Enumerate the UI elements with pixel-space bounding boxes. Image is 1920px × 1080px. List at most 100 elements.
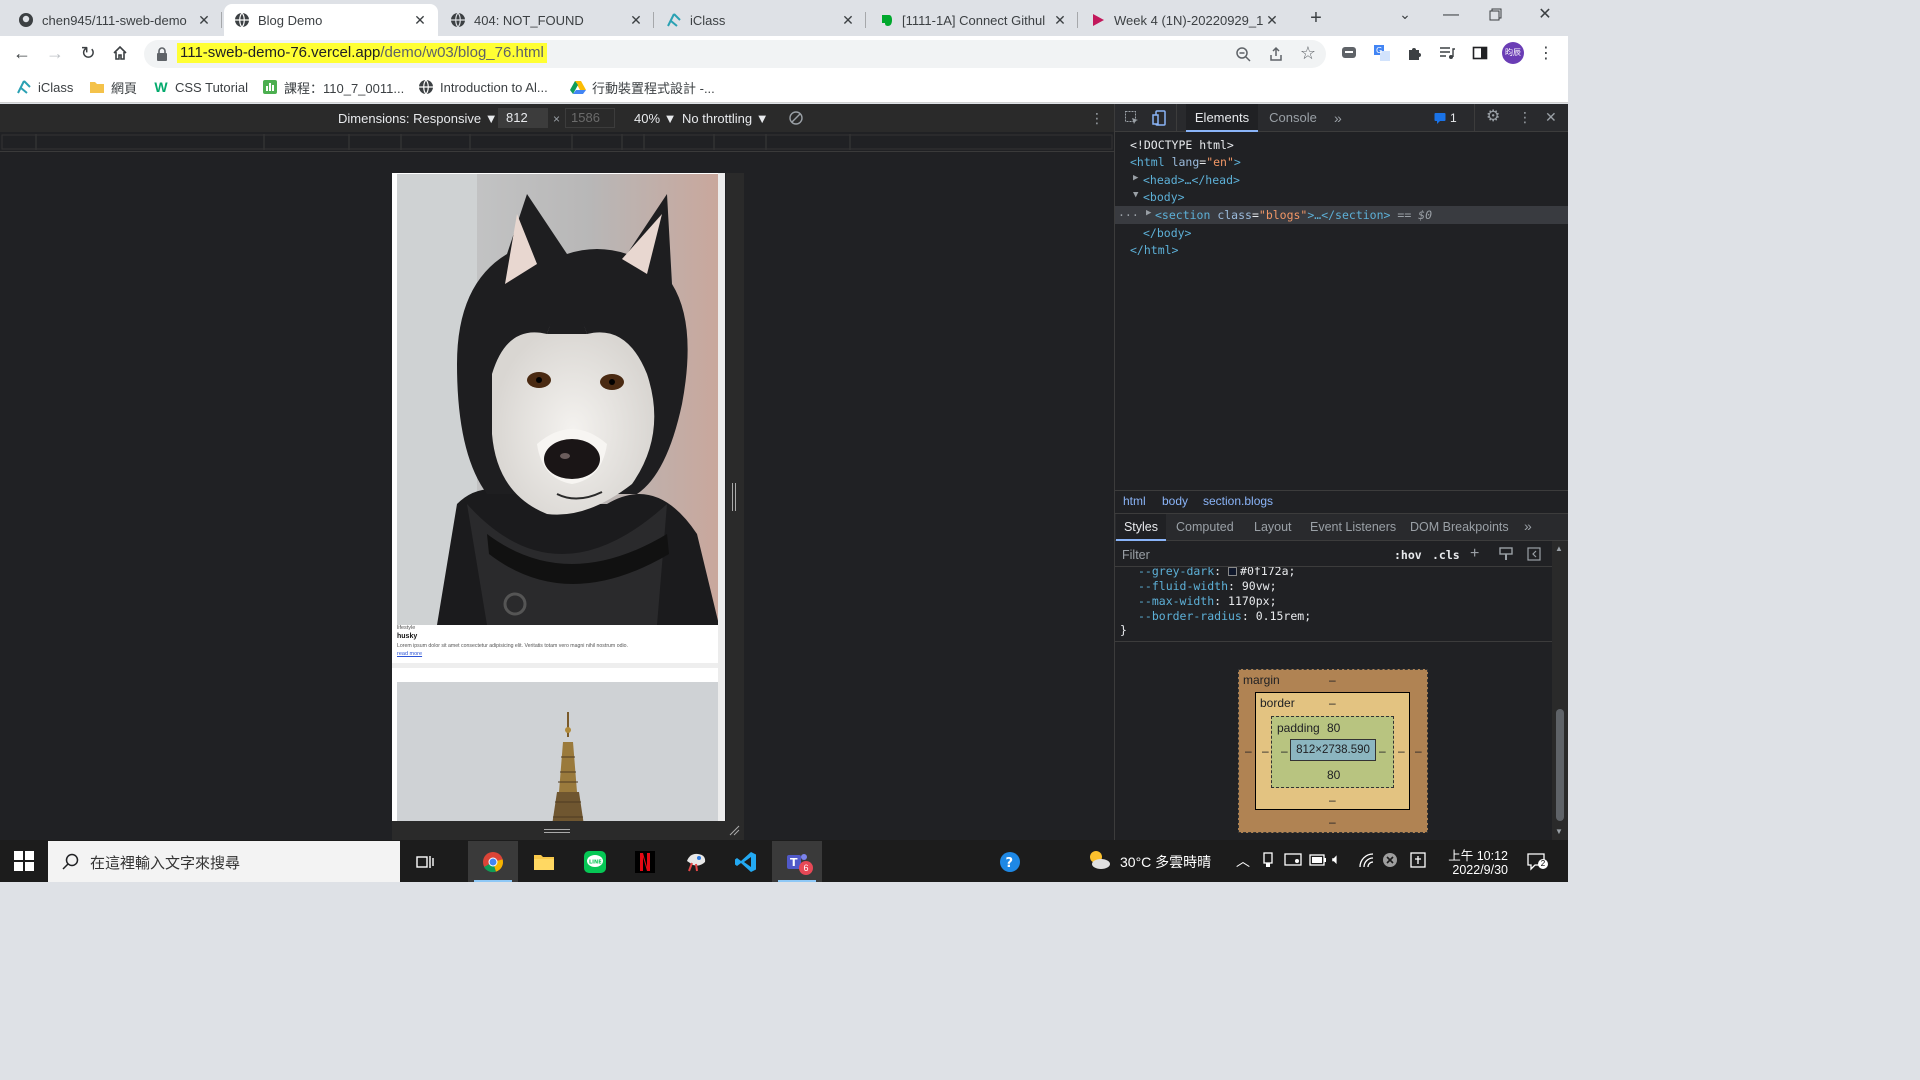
chrome-taskbar-icon[interactable] bbox=[468, 841, 518, 882]
translate-icon[interactable]: G bbox=[1372, 43, 1392, 63]
close-icon[interactable]: ✕ bbox=[1052, 12, 1068, 29]
clock-time[interactable]: 上午 10:12 bbox=[1444, 845, 1508, 864]
devtools-menu-icon[interactable]: ⋮ bbox=[1518, 109, 1532, 126]
extensions-puzzle-icon[interactable] bbox=[1405, 43, 1425, 63]
close-icon[interactable]: ✕ bbox=[840, 12, 856, 29]
dimensions-dropdown[interactable]: Dimensions: Responsive ▼ bbox=[338, 111, 498, 126]
weather-icon[interactable] bbox=[1086, 849, 1112, 871]
tab-search-icon[interactable]: ⌄ bbox=[1394, 6, 1416, 28]
share-icon[interactable] bbox=[1266, 44, 1286, 64]
more-tabs-icon[interactable]: » bbox=[1334, 110, 1342, 126]
file-explorer-icon[interactable] bbox=[519, 841, 569, 882]
zoom-out-icon[interactable] bbox=[1233, 44, 1253, 64]
clock-date[interactable]: 2022/9/30 bbox=[1444, 863, 1508, 877]
tab-console[interactable]: Console bbox=[1262, 104, 1324, 132]
inspect-element-icon[interactable] bbox=[1124, 110, 1140, 126]
tab-dom-breakpoints[interactable]: DOM Breakpoints bbox=[1410, 520, 1509, 534]
resize-handle-bottom[interactable] bbox=[392, 821, 744, 840]
side-panel-icon[interactable] bbox=[1470, 43, 1490, 63]
dom-row-menu-icon[interactable]: ··· bbox=[1118, 208, 1139, 222]
scrollbar-thumb[interactable] bbox=[1556, 709, 1564, 821]
vscode-icon[interactable] bbox=[721, 841, 771, 882]
tab-computed[interactable]: Computed bbox=[1176, 520, 1234, 534]
tab-blog-demo[interactable]: Blog Demo ✕ bbox=[224, 4, 438, 36]
dom-head[interactable]: <head>…</head> bbox=[1143, 173, 1240, 187]
forward-icon[interactable]: → bbox=[45, 43, 65, 63]
box-model-content[interactable]: 812×2738.590 bbox=[1290, 739, 1376, 761]
reload-icon[interactable]: ↻ bbox=[78, 43, 98, 63]
tab-iclass[interactable]: iClass ✕ bbox=[656, 4, 866, 36]
breadcrumb-html[interactable]: html bbox=[1123, 494, 1146, 508]
back-icon[interactable]: ← bbox=[12, 43, 32, 63]
weather-text[interactable]: 30°C 多雲時晴 bbox=[1120, 852, 1211, 872]
dom-body-open[interactable]: <body> bbox=[1143, 190, 1185, 204]
close-icon[interactable]: ✕ bbox=[412, 12, 428, 29]
color-swatch[interactable] bbox=[1228, 567, 1238, 576]
task-view-icon[interactable] bbox=[400, 841, 450, 882]
add-rule-icon[interactable]: + bbox=[1470, 545, 1479, 563]
bookmark-star-icon[interactable]: ☆ bbox=[1298, 43, 1318, 63]
wifi-icon[interactable] bbox=[1358, 852, 1376, 868]
tab-github[interactable]: chen945/111-sweb-demo ✕ bbox=[8, 4, 222, 36]
teams-icon[interactable]: T6 bbox=[772, 841, 822, 882]
hov-button[interactable]: :hov bbox=[1394, 548, 1422, 562]
minimize-button[interactable]: — bbox=[1440, 6, 1462, 28]
paint-brush-icon[interactable] bbox=[1499, 547, 1513, 561]
css-var-row[interactable]: --grey-dark: #0f172a; bbox=[1138, 567, 1295, 578]
close-devtools-icon[interactable]: ✕ bbox=[1545, 109, 1557, 126]
netflix-icon[interactable] bbox=[620, 841, 670, 882]
extension-chat-icon[interactable] bbox=[1339, 43, 1359, 63]
dom-html-open[interactable]: <html lang="en"> bbox=[1130, 155, 1241, 169]
css-var-row[interactable]: --fluid-width: 90vw; bbox=[1138, 579, 1277, 593]
bookmark-intro-ai[interactable]: Introduction to Al... bbox=[418, 78, 548, 96]
volume-icon[interactable]: 🔈︎ bbox=[1332, 851, 1341, 868]
device-options-icon[interactable]: ⋮ bbox=[1090, 110, 1104, 127]
lock-icon[interactable] bbox=[152, 44, 172, 64]
bookmark-css-tutorial[interactable]: W CSS Tutorial bbox=[153, 78, 248, 96]
close-icon[interactable]: ✕ bbox=[628, 12, 644, 29]
media-control-icon[interactable] bbox=[1437, 43, 1457, 63]
read-more-link[interactable]: read more bbox=[397, 651, 422, 657]
more-tabs-icon[interactable]: » bbox=[1524, 518, 1532, 534]
filter-input[interactable]: Filter bbox=[1122, 548, 1150, 562]
scroll-up-icon[interactable]: ▲ bbox=[1555, 544, 1563, 553]
expand-arrow-icon[interactable]: ▶ bbox=[1133, 173, 1138, 183]
bookmark-mobile-dev[interactable]: 行動裝置程式設計 -... bbox=[570, 78, 715, 96]
bookmark-course[interactable]: 課程：110_7_0011... bbox=[262, 78, 404, 96]
tab-event-listeners[interactable]: Event Listeners bbox=[1310, 520, 1396, 534]
tab-week4[interactable]: Week 4 (1N)-20220929_1 ✕ bbox=[1080, 4, 1290, 36]
profile-avatar[interactable]: 昀辰 bbox=[1502, 42, 1524, 64]
dom-doctype[interactable]: <!DOCTYPE html> bbox=[1130, 138, 1234, 152]
input-method-icon[interactable] bbox=[1410, 852, 1426, 868]
windows-start-icon[interactable] bbox=[14, 851, 34, 871]
device-width-input[interactable]: 812 bbox=[498, 108, 548, 128]
device-toggle-icon[interactable] bbox=[1152, 110, 1168, 126]
issues-badge[interactable]: 1 bbox=[1434, 110, 1466, 126]
scroll-down-icon[interactable]: ▼ bbox=[1555, 827, 1563, 836]
show-hidden-icons[interactable]: ︿ bbox=[1236, 851, 1250, 871]
device-height-input[interactable]: 1586 bbox=[565, 108, 615, 128]
throttling-dropdown[interactable]: No throttling ▼ bbox=[682, 111, 769, 126]
battery-icon[interactable] bbox=[1309, 854, 1327, 866]
tab-elements[interactable]: Elements bbox=[1186, 104, 1258, 132]
app-icon[interactable] bbox=[671, 841, 721, 882]
tab-styles[interactable]: Styles bbox=[1116, 514, 1166, 541]
help-icon[interactable]: ? bbox=[985, 841, 1035, 882]
bookmark-iclass[interactable]: iClass bbox=[16, 78, 73, 96]
toggle-sidebar-icon[interactable] bbox=[1527, 547, 1541, 561]
rotate-icon[interactable] bbox=[788, 110, 804, 126]
dom-body-close[interactable]: </body> bbox=[1143, 226, 1191, 240]
blocked-icon[interactable] bbox=[1382, 852, 1398, 868]
dom-section-blogs[interactable]: <section class="blogs">…</section> == $0 bbox=[1155, 208, 1432, 222]
display-icon[interactable] bbox=[1284, 852, 1302, 868]
tab-layout[interactable]: Layout bbox=[1254, 520, 1292, 534]
dom-html-close[interactable]: </html> bbox=[1130, 243, 1178, 257]
menu-kebab-icon[interactable]: ⋮ bbox=[1536, 43, 1556, 63]
tab-404[interactable]: 404: NOT_FOUND ✕ bbox=[440, 4, 654, 36]
usb-icon[interactable] bbox=[1261, 852, 1275, 868]
new-tab-button[interactable]: + bbox=[1304, 7, 1328, 31]
close-icon[interactable]: ✕ bbox=[196, 12, 212, 29]
css-var-row[interactable]: --max-width: 1170px; bbox=[1138, 594, 1277, 608]
taskbar-search[interactable]: 在這裡輸入文字來搜尋 bbox=[48, 841, 400, 882]
home-icon[interactable] bbox=[110, 43, 130, 63]
